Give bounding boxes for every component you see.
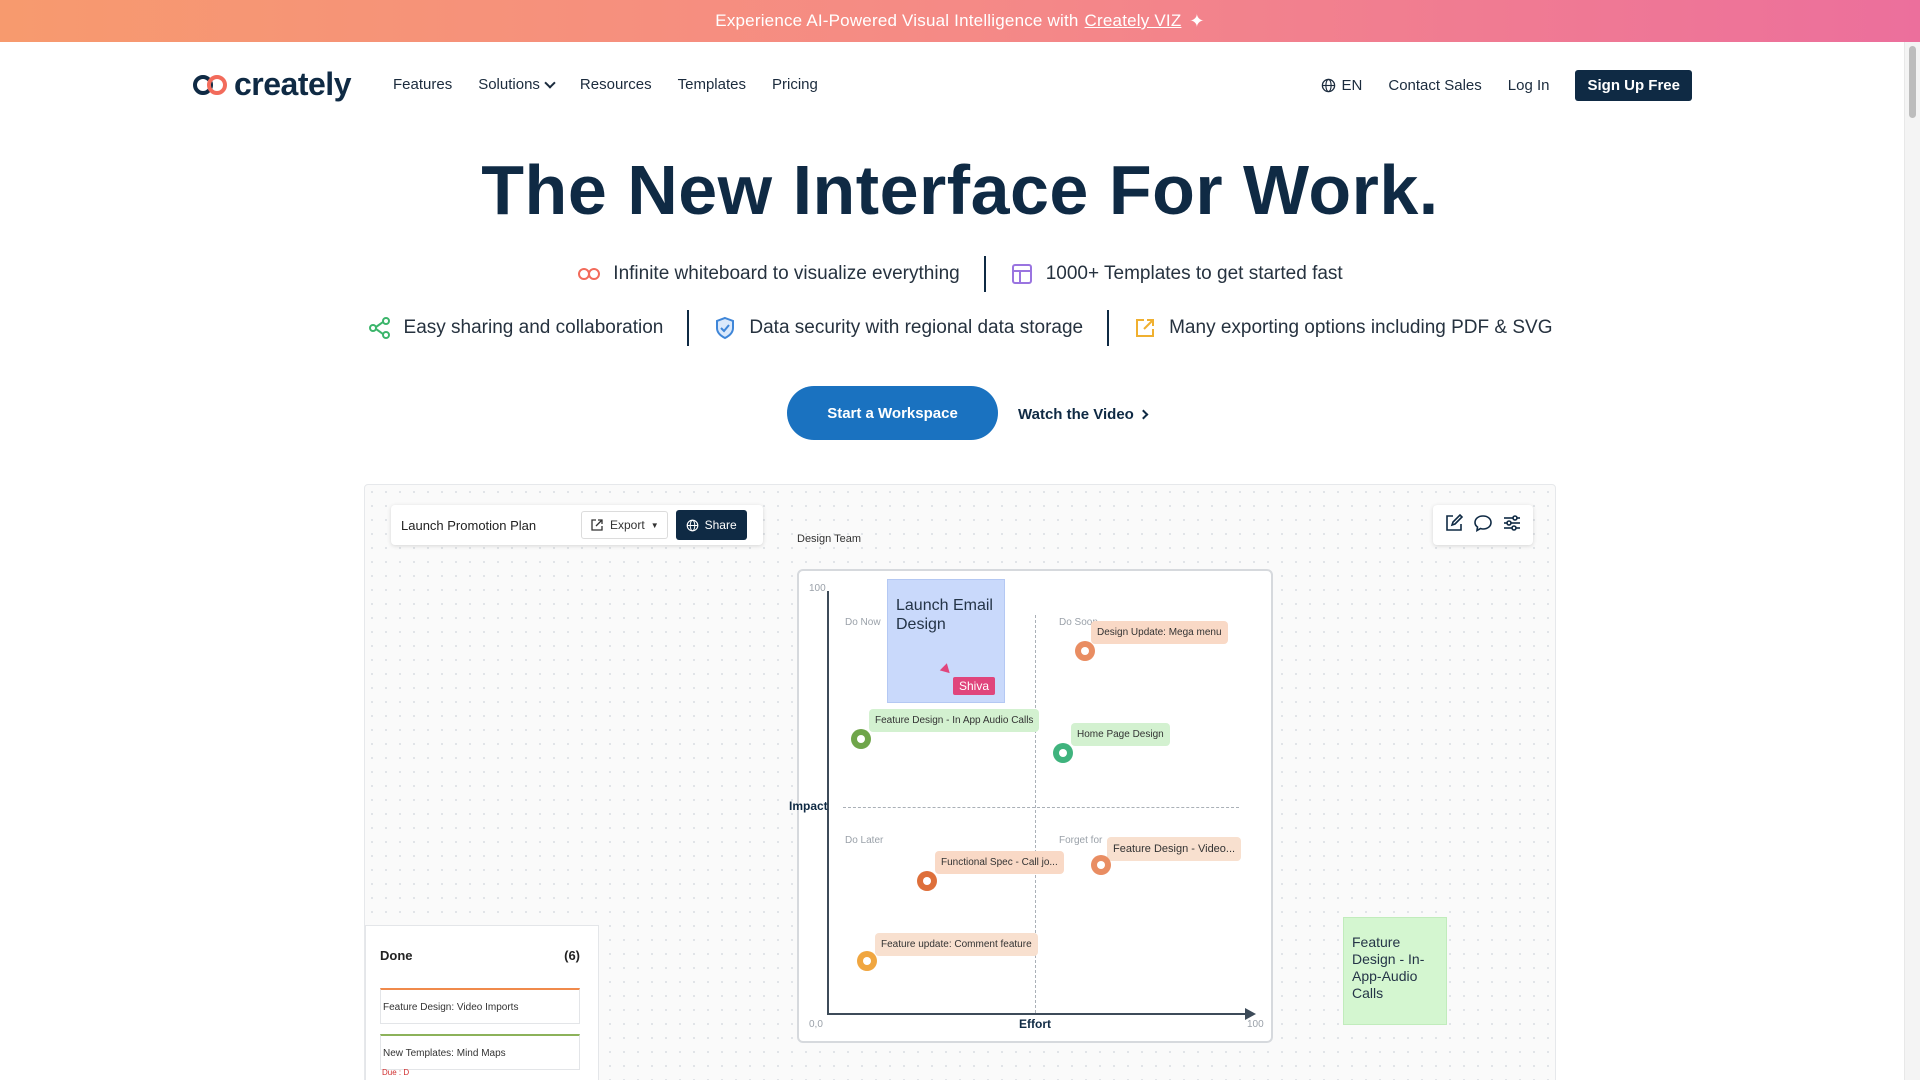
menu-solutions[interactable]: Solutions [478,76,556,93]
caret-down-icon: ▼ [650,520,659,530]
template-icon [1010,262,1034,286]
sticky-note[interactable]: Feature Design - In-App-Audio Calls [1343,917,1447,1025]
infinity-icon [577,262,601,286]
quadrant-divider-horizontal [843,807,1239,808]
y-max-label: 100 [809,583,826,594]
quadrant-label: Forget for [1059,835,1103,846]
feature-templates: 1000+ Templates to get started fast [986,262,1367,286]
export-icon [591,519,603,531]
sparkle-icon: ✦ [1189,10,1205,31]
item-marker [851,729,871,749]
feature-text: Data security with regional data storage [749,317,1084,338]
feature-row-2: Easy sharing and collaboration Data secu… [0,310,1920,346]
menu-resources[interactable]: Resources [580,76,652,93]
matrix-item[interactable]: Design Update: Mega menu [1091,621,1228,644]
chevron-right-icon [1138,409,1149,420]
matrix-item[interactable]: Feature update: Comment feature [875,933,1038,956]
document-title[interactable]: Launch Promotion Plan [401,518,581,533]
menu-pricing[interactable]: Pricing [772,76,818,93]
quadrant-label: Do Later [845,835,884,846]
feature-infinite-whiteboard: Infinite whiteboard to visualize everyth… [553,262,983,286]
frame-label: Design Team [797,533,861,545]
nav-actions: EN Contact Sales Log In Sign Up Free [1321,70,1692,101]
matrix-item[interactable]: Home Page Design [1071,723,1170,746]
top-navigation: creately Features Solutions Resources Te… [0,42,1900,128]
logo-text: creately [234,66,351,102]
feature-row-1: Infinite whiteboard to visualize everyth… [0,256,1920,292]
logo-icon [192,74,228,96]
globe-icon [686,519,698,531]
feature-sharing: Easy sharing and collaboration [344,316,688,340]
globe-icon [1321,78,1335,93]
chevron-down-icon [544,76,556,89]
language-label: EN [1341,77,1363,94]
share-label: Share [704,518,737,532]
item-marker [857,951,877,971]
feature-text: Easy sharing and collaboration [403,317,664,338]
contact-sales-link[interactable]: Contact Sales [1388,77,1481,94]
watch-video-link[interactable]: Watch the Video [1018,406,1149,423]
x-max-label: 100 [1247,1019,1264,1030]
start-workspace-button[interactable]: Start a Workspace [787,386,998,440]
x-axis-arrow [1245,1008,1256,1020]
comment-icon[interactable] [1473,513,1493,538]
kanban-title: Done [380,948,413,963]
feature-text: Many exporting options including PDF & S… [1169,317,1553,338]
item-marker [1053,743,1073,763]
hero-title: The New Interface For Work. [481,151,1439,229]
feature-text: 1000+ Templates to get started fast [1045,263,1343,284]
menu-solutions-label: Solutions [478,76,540,93]
kanban-column[interactable]: Done (6) Feature Design: Video Imports N… [365,925,599,1080]
item-marker [1075,641,1095,661]
canvas-toolbar: Launch Promotion Plan Export ▼ Share [391,505,763,545]
matrix-item[interactable]: Feature Design - In App Audio Calls [869,709,1040,732]
x-axis-label: Effort [1019,1017,1051,1031]
scrollbar-thumb[interactable] [1909,46,1916,118]
promo-text: Experience AI-Powered Visual Intelligenc… [715,11,1079,30]
settings-sliders-icon[interactable] [1502,513,1522,538]
watch-video-label: Watch the Video [1018,406,1134,423]
shield-icon [713,316,737,340]
collaborator-tag: Shiva [953,677,996,695]
x-axis [827,1013,1249,1015]
app-preview-canvas: Launch Promotion Plan Export ▼ Share Des… [364,484,1556,1080]
edit-icon[interactable] [1444,513,1464,538]
kanban-count: (6) [564,948,580,963]
promo-banner: Experience AI-Powered Visual Intelligenc… [0,0,1920,42]
export-button[interactable]: Export ▼ [581,511,668,539]
y-axis-label: Impact [789,799,828,813]
kanban-card[interactable]: New Templates: Mind Maps [380,1034,580,1070]
signup-button[interactable]: Sign Up Free [1575,70,1692,101]
feature-security: Data security with regional data storage [689,316,1107,340]
priority-matrix[interactable]: 100 0,0 100 Do Now Do Soon Do Later Forg… [789,569,1273,1043]
main-menu: Features Solutions Resources Templates P… [393,76,818,93]
canvas-tools [1433,505,1533,545]
language-selector[interactable]: EN [1321,77,1363,94]
matrix-item[interactable]: Functional Spec - Call jo... [935,851,1064,874]
kanban-header: Done (6) [380,948,580,963]
quadrant-label: Do Now [845,617,881,628]
feature-text: Infinite whiteboard to visualize everyth… [613,263,960,284]
origin-label: 0,0 [809,1019,823,1030]
promo-link[interactable]: Creately VIZ [1085,11,1182,31]
item-marker [917,871,937,891]
export-icon [1133,316,1157,340]
share-icon [368,316,392,340]
menu-templates[interactable]: Templates [678,76,746,93]
kanban-card[interactable]: Feature Design: Video Imports [380,988,580,1024]
feature-export: Many exporting options including PDF & S… [1109,316,1576,340]
item-marker [1091,855,1111,875]
login-link[interactable]: Log In [1508,77,1550,94]
logo[interactable]: creately [192,66,351,103]
share-button[interactable]: Share [675,510,747,540]
due-date: Due : D [382,1068,410,1077]
export-label: Export [610,518,645,532]
matrix-item[interactable]: Feature Design - Video... [1107,837,1242,861]
menu-features[interactable]: Features [393,76,452,93]
